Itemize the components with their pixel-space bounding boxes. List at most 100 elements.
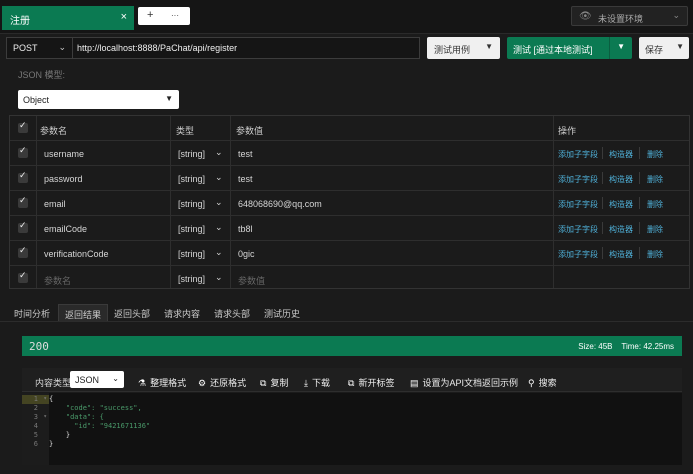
header-value: 参数值 [236,126,264,136]
status-bar: 200 Size: 45B Time: 42.25ms [22,336,682,356]
content-type-select[interactable]: JSON ⌄ [70,371,124,388]
eye-icon: 👁 [579,11,592,22]
param-type[interactable]: [string] [178,149,205,159]
constructor-link[interactable]: 构造器 [609,149,633,160]
row-checkbox[interactable] [18,245,28,258]
json-model-select[interactable]: Object ▼ [18,90,179,109]
row-checkbox[interactable] [18,145,28,158]
add-child-field-link[interactable]: 添加子字段 [558,224,598,235]
param-value[interactable]: test [238,174,253,184]
tab-response-headers[interactable]: 返回头部 [108,304,156,321]
tab-register[interactable]: 注册 × [2,6,134,30]
url-input[interactable]: http://localhost:8888/PaChat/api/registe… [77,43,237,53]
row-checkbox[interactable] [18,195,28,208]
tab-test-history[interactable]: 测试历史 [258,304,306,321]
new-tab-button[interactable]: ⧉ 新开标签 [348,376,394,389]
select-all-checkbox[interactable] [18,120,28,133]
line-number: 5 [33,431,38,439]
param-value[interactable]: 648068690@qq.com [238,199,322,209]
add-child-field-link[interactable]: 添加子字段 [558,199,598,210]
line-number: 3 ▾ [33,413,47,421]
save-label: 保存 [645,45,664,55]
result-tabs: 时间分析 返回结果 返回头部 请求内容 请求头部 测试历史 [0,300,693,322]
fold-icon[interactable]: ▾ [43,413,47,420]
chevron-down-icon[interactable]: ⌄ [215,247,223,258]
add-child-field-link[interactable]: 添加子字段 [558,149,598,160]
chevron-down-icon[interactable]: ⌄ [215,272,223,283]
tab-actions: + ··· [138,7,190,25]
row-checkbox[interactable] [18,270,28,283]
param-type[interactable]: [string] [178,174,205,184]
chevron-down-icon[interactable]: ⌄ [215,197,223,208]
new-tab-icon: ⧉ [348,378,355,388]
constructor-link[interactable]: 构造器 [609,199,633,210]
param-type[interactable]: [string] [178,224,205,234]
code-line: "data": { [49,413,104,421]
wand-icon: ⚗ [138,378,147,388]
constructor-link[interactable]: 构造器 [609,174,633,185]
line-number: 6 [33,440,38,448]
delete-link[interactable]: 删除 [647,174,663,185]
response-editor[interactable]: 1 ▾ 2 3 ▾ 4 5 6 { "code": "success", "data… [22,393,682,465]
add-tab-button[interactable]: + [147,9,153,21]
tab-request-headers[interactable]: 请求头部 [208,304,256,321]
caret-down-icon: ▼ [165,94,173,103]
param-value-placeholder[interactable]: 参数值 [238,274,265,287]
param-name-placeholder[interactable]: 参数名 [44,274,71,287]
param-name[interactable]: password [44,174,83,184]
param-type[interactable]: [string] [178,249,205,259]
method-select[interactable]: POST ⌄ [7,38,73,58]
fold-icon[interactable]: ▾ [43,395,47,402]
add-child-field-link[interactable]: 添加子字段 [558,249,598,260]
param-value[interactable]: tb8l [238,224,253,234]
caret-down-icon[interactable]: ▼ [617,42,625,51]
row-checkbox[interactable] [18,170,28,183]
param-value[interactable]: 0gic [238,249,255,259]
table-header: 参数名 类型 参数值 操作 [10,116,689,141]
delete-link[interactable]: 删除 [647,224,663,235]
code-line: "id": "9421671136" [49,422,151,430]
download-label: 下载 [311,378,330,388]
set-example-label: 设置为API文档返回示例 [422,378,519,388]
chevron-down-icon[interactable]: ⌄ [215,222,223,233]
code-line: "code": "success", [49,404,142,412]
param-value[interactable]: test [238,149,253,159]
tab-response-body[interactable]: 返回结果 [58,304,109,321]
restore-format-button[interactable]: ⚙ 还原格式 [198,376,246,389]
environment-label: 未设置环境 [598,14,644,24]
search-button[interactable]: ⚲ 搜索 [528,376,557,389]
chevron-down-icon: ⌄ [112,374,119,383]
param-name[interactable]: verificationCode [44,249,109,259]
code-line: } [49,431,71,439]
save-button[interactable]: 保存 ▼ [639,37,689,59]
row-checkbox[interactable] [18,220,28,233]
tab-time-analysis[interactable]: 时间分析 [8,304,56,321]
param-name[interactable]: email [44,199,66,209]
download-button[interactable]: ⤓ 下载 [304,376,330,389]
delete-link[interactable]: 删除 [647,249,663,260]
constructor-link[interactable]: 构造器 [609,224,633,235]
close-icon[interactable]: × [121,11,127,23]
copy-button[interactable]: ⧉ 复制 [260,376,288,389]
chevron-down-icon[interactable]: ⌄ [215,172,223,183]
download-icon: ⤓ [304,378,308,388]
set-example-button[interactable]: ▤ 设置为API文档返回示例 [410,376,518,389]
delete-link[interactable]: 删除 [647,199,663,210]
test-cases-button[interactable]: 测试用例 ▼ [427,37,500,59]
param-type[interactable]: [string] [178,199,205,209]
format-button[interactable]: ⚗ 整理格式 [138,376,186,389]
table-row: email [string] ⌄ 648068690@qq.com 添加子字段 … [10,191,689,216]
code-line: } [49,440,54,448]
param-name[interactable]: username [44,149,84,159]
param-name[interactable]: emailCode [44,224,87,234]
more-tabs-button[interactable]: ··· [171,11,179,20]
chevron-down-icon[interactable]: ⌄ [215,147,223,158]
header-type: 类型 [176,126,195,136]
add-child-field-link[interactable]: 添加子字段 [558,174,598,185]
delete-link[interactable]: 删除 [647,149,663,160]
param-type[interactable]: [string] [178,274,205,284]
tab-request-body[interactable]: 请求内容 [158,304,206,321]
test-button[interactable]: 测试 [通过本地测试] ▼ [507,37,632,59]
environment-select[interactable]: 👁 未设置环境 ⌄ [571,6,688,26]
constructor-link[interactable]: 构造器 [609,249,633,260]
